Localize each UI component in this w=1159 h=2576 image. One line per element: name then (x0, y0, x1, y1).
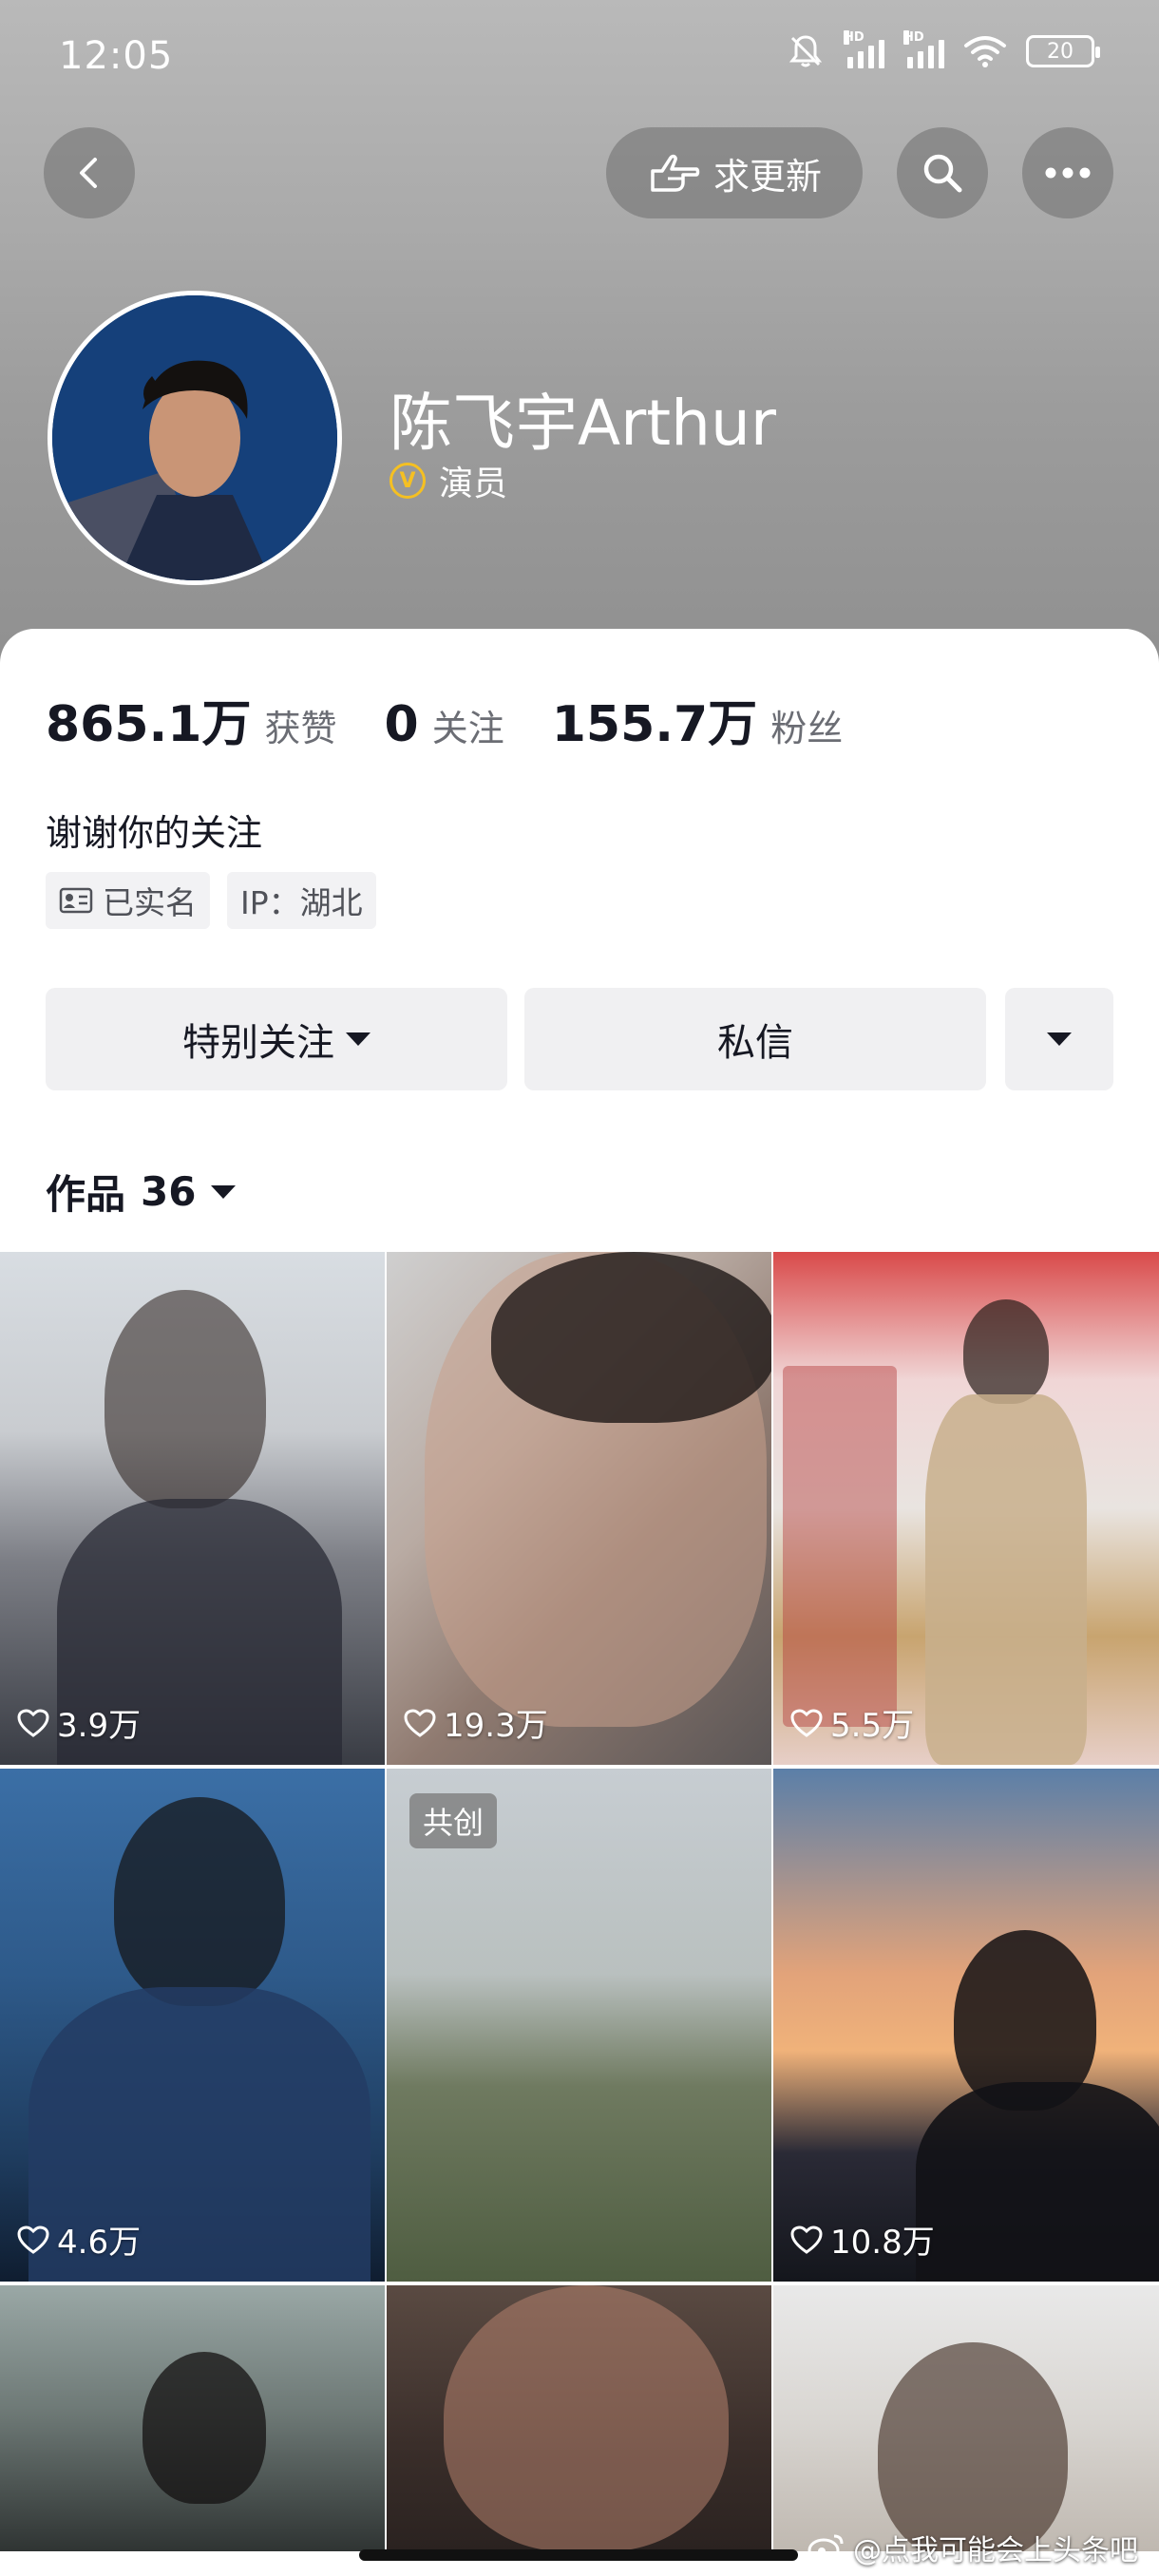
status-icons: HD HD 20 (787, 30, 1100, 70)
watermark-text: @点我可能会上头条吧 (853, 2534, 1138, 2567)
video-likes-count: 3.9万 (57, 1707, 142, 1745)
video-tile[interactable]: 3.9万 (0, 1252, 385, 1765)
battery-icon: 20 (1026, 35, 1100, 67)
stat-followers-value: 155.7万 (551, 696, 758, 753)
works-count: 36 (141, 1168, 197, 1215)
signal-hd-label: HD (844, 30, 864, 45)
video-tile[interactable]: 19.3万 (387, 1252, 771, 1765)
heart-icon (404, 1708, 436, 1737)
more-actions-dropdown-button[interactable] (1005, 988, 1113, 1090)
video-likes-count: 19.3万 (444, 1707, 548, 1745)
request-update-button[interactable]: 求更新 (606, 127, 863, 218)
video-likes-count: 4.6万 (57, 2224, 142, 2262)
search-button[interactable] (897, 127, 988, 218)
video-tile[interactable]: 4.6万 (0, 1769, 385, 2282)
stat-following[interactable]: 0 关注 (385, 696, 504, 753)
video-likes-count: 10.8万 (830, 2224, 935, 2262)
status-bar: 12:05 HD HD 20 (0, 0, 1159, 114)
video-likes: 3.9万 (17, 1699, 141, 1746)
works-tab[interactable]: 作品 36 (46, 1163, 237, 1221)
message-button[interactable]: 私信 (524, 988, 986, 1090)
weibo-logo-icon (808, 2534, 844, 2563)
id-card-icon (59, 887, 93, 914)
pointing-hand-icon (651, 154, 700, 192)
video-tile[interactable] (773, 2285, 1159, 2551)
tag-verified-name-label: 已实名 (103, 884, 197, 921)
profile-header: 12:05 HD HD 20 求更新 陈飞宇Arthur V 演员 (0, 0, 1159, 684)
video-tile[interactable] (387, 2285, 771, 2551)
request-update-label: 求更新 (712, 155, 822, 198)
tag-verified-name[interactable]: 已实名 (46, 872, 210, 929)
tag-ip-location: IP：湖北 (227, 872, 376, 929)
video-likes: 4.6万 (17, 2216, 141, 2263)
caret-down-icon (1047, 1032, 1072, 1046)
profile-role-row: V 演员 (390, 456, 507, 505)
watermark: @点我可能会上头条吧 (808, 2527, 1138, 2568)
status-time: 12:05 (59, 34, 174, 78)
video-tile[interactable] (0, 2285, 385, 2551)
profile-bio: 谢谢你的关注 (46, 812, 263, 854)
special-follow-button[interactable]: 特别关注 (46, 988, 507, 1090)
signal-icon: HD (844, 30, 884, 68)
home-indicator[interactable] (359, 2549, 798, 2561)
heart-icon (17, 1708, 49, 1737)
profile-name: 陈飞宇Arthur (390, 387, 776, 460)
co-creation-badge: 共创 (409, 1793, 498, 1848)
caret-down-icon (346, 1032, 370, 1046)
stat-following-value: 0 (384, 696, 419, 753)
profile-tags: 已实名 IP：湖北 (46, 872, 376, 929)
verified-badge-icon: V (390, 463, 426, 499)
stat-likes[interactable]: 865.1万 获赞 (46, 684, 337, 755)
caret-down-icon (211, 1184, 237, 1199)
mute-bell-icon (788, 35, 823, 67)
back-button[interactable] (44, 127, 135, 218)
video-grid: 3.9万 19.3万 5.5万 4.6万 共创 10.8万 (0, 1252, 1159, 2551)
more-dots-icon (1045, 167, 1091, 179)
video-likes: 5.5万 (790, 1699, 914, 1746)
heart-icon (790, 1708, 823, 1737)
search-icon (923, 154, 962, 193)
battery-level: 20 (1047, 39, 1074, 64)
avatar[interactable] (48, 291, 342, 585)
video-likes: 10.8万 (790, 2216, 935, 2263)
signal-hd-label-2: HD (903, 30, 924, 45)
video-likes: 19.3万 (404, 1699, 548, 1746)
wifi-icon (964, 36, 1006, 67)
heart-icon (790, 2225, 823, 2254)
signal-icon-2: HD (903, 30, 944, 68)
message-label: 私信 (717, 1021, 793, 1065)
video-tile[interactable]: 10.8万 (773, 1769, 1159, 2282)
stat-likes-value: 865.1万 (46, 696, 252, 753)
stat-likes-label: 获赞 (264, 708, 337, 749)
special-follow-label: 特别关注 (182, 1021, 334, 1065)
profile-role: 演员 (439, 464, 508, 503)
stats-row: 865.1万 获赞 0 关注 155.7万 粉丝 (46, 684, 890, 755)
more-button[interactable] (1022, 127, 1113, 218)
stat-following-label: 关注 (431, 708, 504, 749)
avatar-portrait-image (52, 295, 337, 580)
works-label: 作品 (46, 1171, 126, 1218)
stat-followers-label: 粉丝 (770, 708, 844, 749)
tag-ip-label: IP：湖北 (240, 884, 363, 921)
video-likes-count: 5.5万 (830, 1707, 915, 1745)
video-tile[interactable]: 共创 (387, 1769, 771, 2282)
chevron-left-icon (80, 158, 97, 188)
stat-followers[interactable]: 155.7万 粉丝 (552, 684, 844, 755)
video-tile[interactable]: 5.5万 (773, 1252, 1159, 1765)
heart-icon (17, 2225, 49, 2254)
